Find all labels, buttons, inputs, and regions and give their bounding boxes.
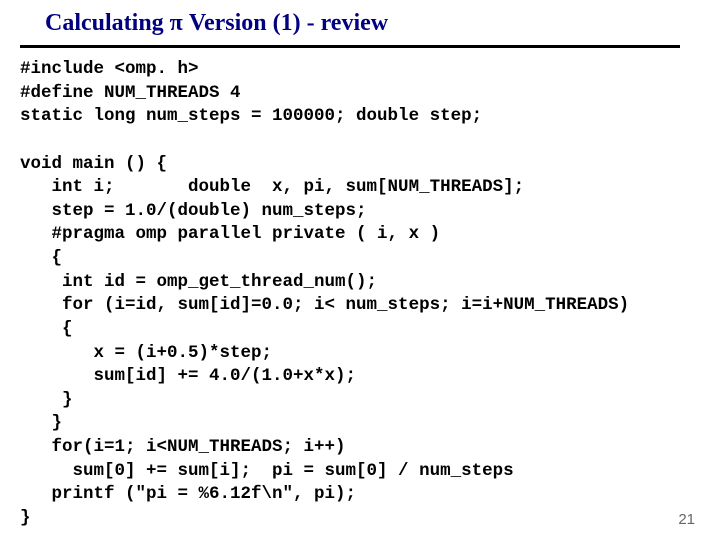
code-listing: #include <omp. h> #define NUM_THREADS 4 … bbox=[20, 58, 700, 531]
slide-container: Calculating π Version (1) - review #incl… bbox=[0, 0, 720, 540]
page-number: 21 bbox=[678, 511, 695, 528]
slide-title: Calculating π Version (1) - review bbox=[45, 10, 700, 37]
title-underline bbox=[20, 45, 680, 48]
